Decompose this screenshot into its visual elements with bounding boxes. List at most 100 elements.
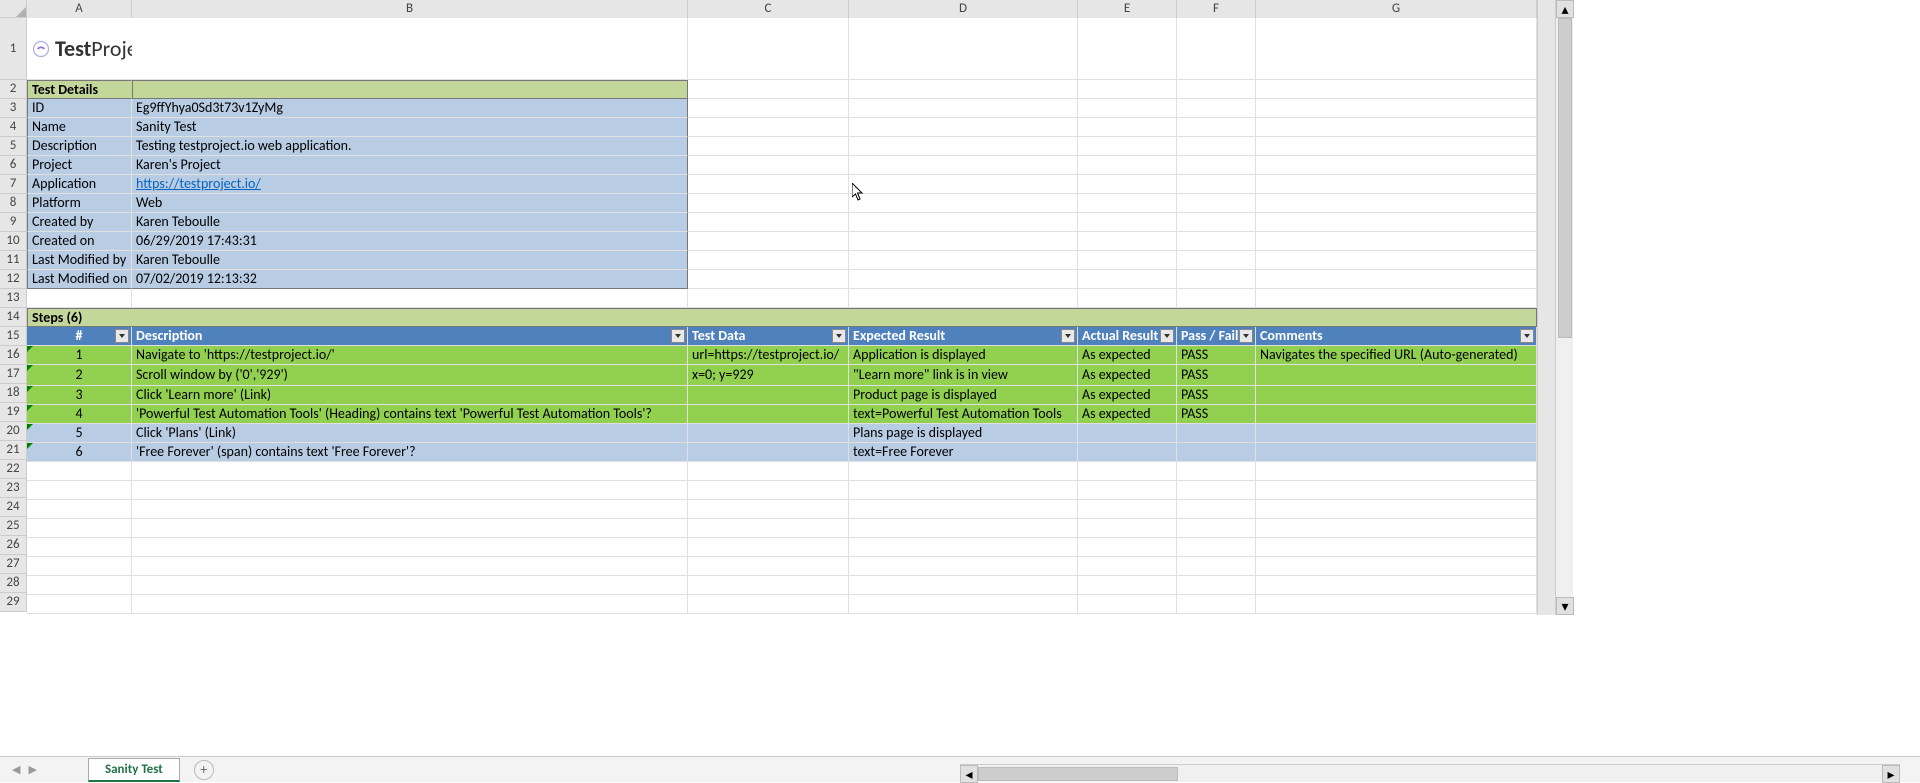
row-header-16[interactable]: 16	[0, 346, 27, 365]
row-header-27[interactable]: 27	[0, 555, 27, 574]
step-expected[interactable]: Application is displayed	[849, 346, 1078, 365]
row-header-8[interactable]: 8	[0, 194, 27, 213]
row-header-12[interactable]: 12	[0, 270, 27, 289]
row-header-17[interactable]: 17	[0, 365, 27, 384]
col-header-A[interactable]: A	[27, 0, 132, 18]
col-header-D[interactable]: D	[849, 0, 1078, 18]
step-expected[interactable]: text=Powerful Test Automation Tools	[849, 405, 1078, 424]
row-header-18[interactable]: 18	[0, 384, 27, 403]
step-comments[interactable]	[1256, 365, 1537, 386]
step-actual[interactable]: As expected	[1078, 365, 1177, 386]
step-description[interactable]: Click 'Plans' (Link)	[132, 424, 688, 443]
step-actual[interactable]	[1078, 443, 1177, 462]
scroll-right-button[interactable]: ▸	[1882, 765, 1900, 783]
row-header-26[interactable]: 26	[0, 536, 27, 555]
step-testdata[interactable]	[688, 443, 849, 462]
step-number[interactable]: 6	[27, 443, 132, 462]
step-testdata[interactable]: url=https://testproject.io/	[688, 346, 849, 365]
step-testdata[interactable]: x=0; y=929	[688, 365, 849, 386]
filter-dropdown-icon[interactable]	[115, 329, 129, 343]
step-passfail[interactable]: PASS	[1177, 365, 1256, 386]
row-header-10[interactable]: 10	[0, 232, 27, 251]
step-description[interactable]: Click 'Learn more' (Link)	[132, 386, 688, 405]
step-actual[interactable]: As expected	[1078, 386, 1177, 405]
filter-dropdown-icon[interactable]	[1061, 329, 1075, 343]
step-comments[interactable]	[1256, 405, 1537, 424]
col-header-C[interactable]: C	[688, 0, 849, 18]
tab-next-icon[interactable]: ▶	[28, 763, 36, 776]
step-number[interactable]: 4	[27, 405, 132, 424]
filter-dropdown-icon[interactable]	[671, 329, 685, 343]
step-expected[interactable]: Plans page is displayed	[849, 424, 1078, 443]
step-actual[interactable]: As expected	[1078, 405, 1177, 424]
vertical-scroll-thumb[interactable]	[1558, 18, 1572, 338]
step-testdata[interactable]	[688, 424, 849, 443]
step-number[interactable]: 5	[27, 424, 132, 443]
col-header-B[interactable]: B	[132, 0, 688, 18]
select-all-corner[interactable]	[0, 0, 27, 18]
row-header-2[interactable]: 2	[0, 80, 27, 99]
step-passfail[interactable]: PASS	[1177, 386, 1256, 405]
step-description[interactable]: Navigate to 'https://testproject.io/'	[132, 346, 688, 365]
add-sheet-button[interactable]: +	[194, 760, 214, 780]
row-header-22[interactable]: 22	[0, 460, 27, 479]
vertical-scrollbar[interactable]: ▴ ▾	[1555, 0, 1573, 615]
row-header-19[interactable]: 19	[0, 403, 27, 422]
step-comments[interactable]: Navigates the specified URL (Auto-genera…	[1256, 346, 1537, 365]
row-header-1[interactable]: 1	[0, 18, 27, 80]
row-header-6[interactable]: 6	[0, 156, 27, 175]
tab-navigation[interactable]: ◀ ▶	[0, 763, 80, 776]
step-actual[interactable]: As expected	[1078, 346, 1177, 365]
scroll-left-button[interactable]: ◂	[960, 765, 978, 783]
step-comments[interactable]	[1256, 424, 1537, 443]
step-description[interactable]: 'Free Forever' (span) contains text 'Fre…	[132, 443, 688, 462]
step-comments[interactable]	[1256, 443, 1537, 462]
row-header-7[interactable]: 7	[0, 175, 27, 194]
step-number[interactable]: 1	[27, 346, 132, 365]
row-header-21[interactable]: 21	[0, 441, 27, 460]
horizontal-scrollbar[interactable]: ◂ ▸	[960, 764, 1900, 782]
col-header-F[interactable]: F	[1177, 0, 1256, 18]
row-header-4[interactable]: 4	[0, 118, 27, 137]
step-number[interactable]: 2	[27, 365, 132, 386]
step-description[interactable]: 'Powerful Test Automation Tools' (Headin…	[132, 405, 688, 424]
row-header-25[interactable]: 25	[0, 517, 27, 536]
step-expected[interactable]: Product page is displayed	[849, 386, 1078, 405]
row-header-11[interactable]: 11	[0, 251, 27, 270]
row-header-13[interactable]: 13	[0, 289, 27, 308]
step-testdata[interactable]	[688, 405, 849, 424]
step-number[interactable]: 3	[27, 386, 132, 405]
row-header-3[interactable]: 3	[0, 99, 27, 118]
step-actual[interactable]	[1078, 424, 1177, 443]
detail-link[interactable]: https://testproject.io/	[136, 175, 261, 193]
horizontal-scroll-thumb[interactable]	[978, 767, 1178, 781]
row-header-9[interactable]: 9	[0, 213, 27, 232]
row-header-28[interactable]: 28	[0, 574, 27, 593]
filter-dropdown-icon[interactable]	[1520, 329, 1534, 343]
step-description[interactable]: Scroll window by ('0','929')	[132, 365, 688, 386]
row-header-15[interactable]: 15	[0, 327, 27, 346]
step-passfail[interactable]	[1177, 443, 1256, 462]
step-testdata[interactable]	[688, 386, 849, 405]
col-header-G[interactable]: G	[1256, 0, 1537, 18]
row-header-29[interactable]: 29	[0, 593, 27, 612]
tab-prev-icon[interactable]: ◀	[12, 763, 20, 776]
row-header-14[interactable]: 14	[0, 308, 27, 327]
step-passfail[interactable]: PASS	[1177, 405, 1256, 424]
step-expected[interactable]: "Learn more" link is in view	[849, 365, 1078, 386]
row-header-24[interactable]: 24	[0, 498, 27, 517]
step-expected[interactable]: text=Free Forever	[849, 443, 1078, 462]
row-header-5[interactable]: 5	[0, 137, 27, 156]
scroll-down-button[interactable]: ▾	[1556, 597, 1574, 615]
filter-dropdown-icon[interactable]	[1160, 329, 1174, 343]
row-header-23[interactable]: 23	[0, 479, 27, 498]
step-comments[interactable]	[1256, 386, 1537, 405]
filter-dropdown-icon[interactable]	[832, 329, 846, 343]
filter-dropdown-icon[interactable]	[1239, 329, 1253, 343]
row-header-20[interactable]: 20	[0, 422, 27, 441]
scroll-up-button[interactable]: ▴	[1556, 0, 1574, 18]
step-passfail[interactable]: PASS	[1177, 346, 1256, 365]
step-passfail[interactable]	[1177, 424, 1256, 443]
col-header-E[interactable]: E	[1078, 0, 1177, 18]
sheet-tab-active[interactable]: Sanity Test	[88, 758, 180, 782]
